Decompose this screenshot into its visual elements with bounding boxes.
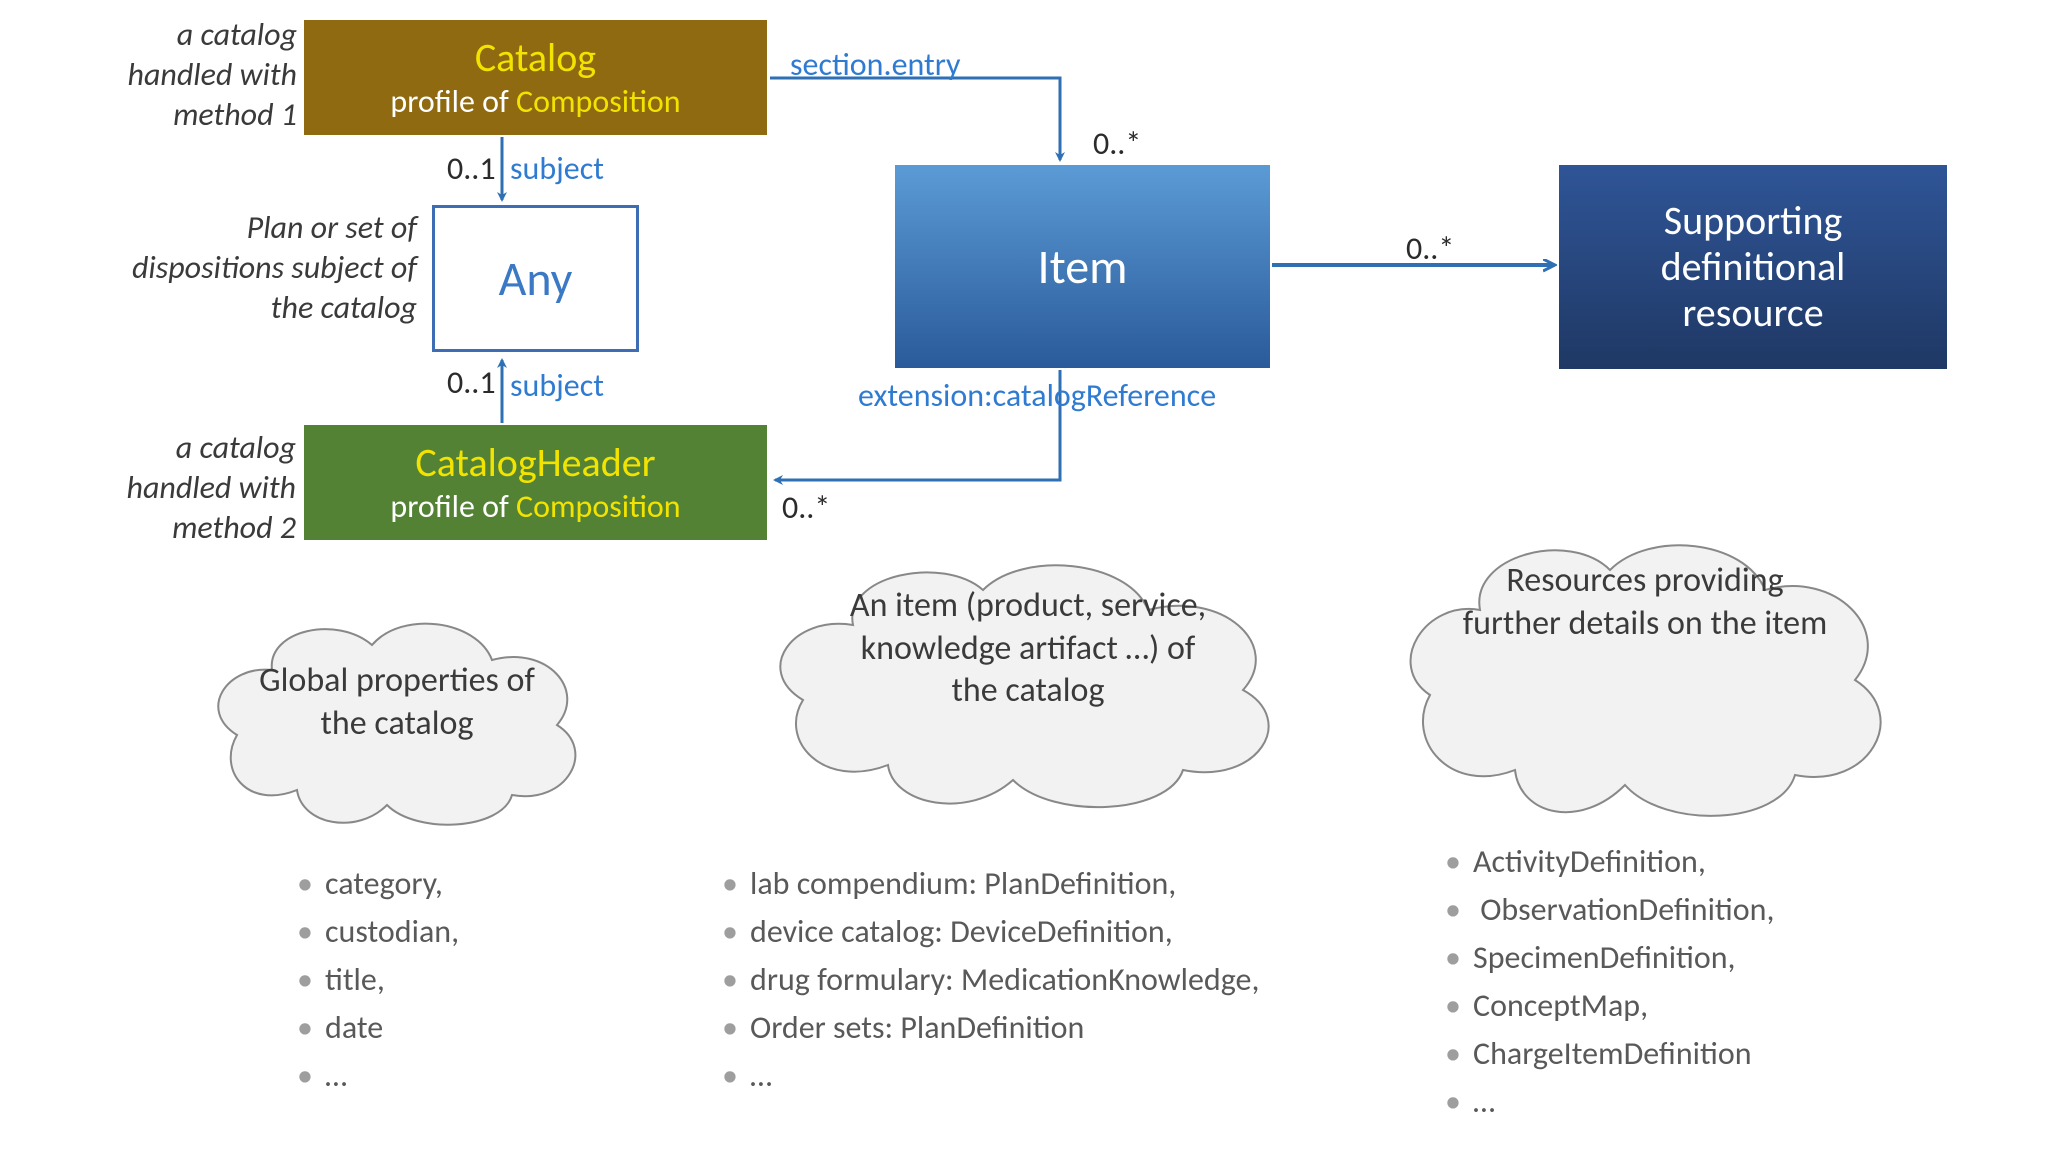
box-any: Any — [432, 205, 639, 352]
box-supporting: Supporting definitional resource — [1559, 165, 1947, 369]
list-item: lab compendium: PlanDefinition, — [750, 860, 1259, 908]
card-subject1: 0..1 — [447, 149, 496, 188]
list-item: ConceptMap, — [1473, 982, 1774, 1030]
box-catalog-sub-em: Composition — [516, 82, 681, 121]
cloud-global: Global properties of the catalog — [207, 610, 587, 835]
box-header-title: CatalogHeader — [415, 441, 655, 485]
card-to-header: 0..* — [782, 488, 830, 527]
box-supporting-l3: resource — [1682, 290, 1823, 336]
list-item: date — [325, 1004, 459, 1052]
box-supporting-l1: Supporting — [1664, 198, 1843, 244]
bullets-item: lab compendium: PlanDefinition,device ca… — [715, 860, 1259, 1100]
list-item: category, — [325, 860, 459, 908]
list-item: title, — [325, 956, 459, 1004]
card-subject2: 0..1 — [447, 363, 496, 402]
box-header-sub: profile of Composition — [390, 489, 680, 524]
box-catalogheader: CatalogHeader profile of Composition — [304, 425, 767, 540]
box-catalog-title: Catalog — [475, 36, 596, 80]
box-catalog-sub-pre: profile of — [390, 82, 516, 121]
label-section-entry: section.entry — [790, 45, 961, 84]
list-item: custodian, — [325, 908, 459, 956]
bullets-global: category,custodian,title,date… — [290, 860, 459, 1100]
card-to-item: 0..* — [1093, 124, 1141, 163]
card-to-supporting: 0..* — [1406, 229, 1454, 268]
list-item: Order sets: PlanDefinition — [750, 1004, 1259, 1052]
diagram-canvas: a catalog handled with method 1 Plan or … — [0, 0, 2062, 1164]
list-item: … — [750, 1052, 1259, 1100]
annot-any: Plan or set of dispositions subject of t… — [112, 208, 417, 328]
cloud-item-text: An item (product, service, knowledge art… — [838, 585, 1218, 713]
cloud-supporting-text: Resources providing further details on t… — [1460, 560, 1830, 645]
list-item: SpecimenDefinition, — [1473, 934, 1774, 982]
box-header-sub-pre: profile of — [390, 487, 516, 526]
box-header-sub-em: Composition — [516, 487, 681, 526]
label-extension-catalogref: extension:catalogReference — [858, 376, 1216, 415]
cloud-item: An item (product, service, knowledge art… — [768, 555, 1288, 815]
cloud-supporting: Resources providing further details on t… — [1400, 535, 1888, 825]
list-item: … — [1473, 1078, 1774, 1126]
label-subject1: subject — [510, 149, 604, 188]
annot-method1: a catalog handled with method 1 — [107, 15, 297, 135]
bullets-supporting: ActivityDefinition, ObservationDefinitio… — [1438, 838, 1774, 1126]
list-item: … — [325, 1052, 459, 1100]
list-item: ObservationDefinition, — [1473, 886, 1774, 934]
list-item: ChargeItemDefinition — [1473, 1030, 1774, 1078]
list-item: drug formulary: MedicationKnowledge, — [750, 956, 1259, 1004]
list-item: device catalog: DeviceDefinition, — [750, 908, 1259, 956]
cloud-global-text: Global properties of the catalog — [257, 660, 537, 745]
box-catalog-sub: profile of Composition — [390, 84, 680, 119]
list-item: ActivityDefinition, — [1473, 838, 1774, 886]
label-subject2: subject — [510, 366, 604, 405]
box-item: Item — [895, 165, 1270, 368]
box-supporting-l2: definitional — [1661, 244, 1846, 290]
annot-method2: a catalog handled with method 2 — [78, 428, 296, 548]
box-catalog: Catalog profile of Composition — [304, 20, 767, 135]
